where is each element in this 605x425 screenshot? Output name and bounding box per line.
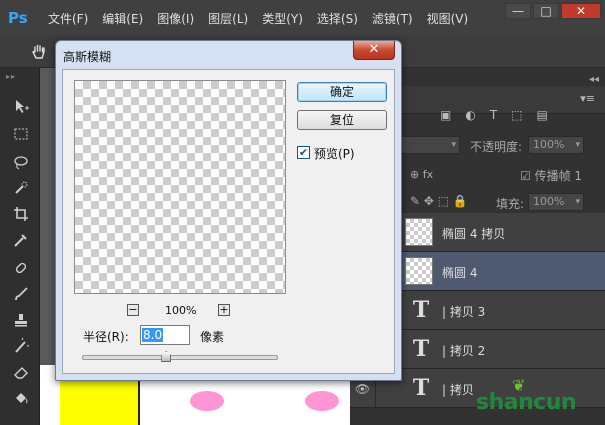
minimize-button[interactable]: — xyxy=(505,3,531,19)
radius-value: 8.0 xyxy=(142,328,164,342)
menu-items: 文件(F) 编辑(E) 图像(I) 图层(L) 类型(Y) 选择(S) 滤镜(T… xyxy=(48,10,482,27)
ok-button[interactable]: 确定 xyxy=(297,82,387,102)
menu-select[interactable]: 选择(S) xyxy=(317,10,358,27)
unit-label: 像素 xyxy=(200,330,225,344)
watermark-text: shancun xyxy=(476,390,577,415)
menu-image[interactable]: 图像(I) xyxy=(157,10,194,27)
layer-name[interactable]: 椭圆 4 xyxy=(442,264,477,281)
radius-label: 半径(R): xyxy=(83,330,129,344)
right-blush-shape xyxy=(305,391,339,411)
stamp-icon[interactable] xyxy=(12,312,30,330)
hand-tool-icon[interactable] xyxy=(30,43,48,61)
layer-name[interactable]: | 拷贝 xyxy=(442,381,474,398)
layer-thumbnail xyxy=(405,257,433,285)
quick-select-icon[interactable] xyxy=(12,180,30,198)
layer-name[interactable]: | 拷贝 2 xyxy=(442,342,485,359)
pixel-filter-icon[interactable]: ▣ xyxy=(440,108,451,122)
zoom-controls: − 100% + xyxy=(127,304,237,318)
window-controls: — □ ✕ xyxy=(505,3,601,19)
gaussian-blur-dialog: 高斯模糊 ✕ − 100% + 确定 复位 ✔ 预览(P) 半径(R): 8.0… xyxy=(55,40,402,381)
dialog-title: 高斯模糊 xyxy=(63,50,112,64)
lasso-icon[interactable] xyxy=(12,154,30,172)
healing-icon[interactable] xyxy=(12,260,30,278)
layer-name[interactable]: | 拷贝 3 xyxy=(442,303,485,320)
marquee-icon[interactable] xyxy=(12,126,30,144)
radius-slider-track[interactable] xyxy=(82,355,278,360)
close-window-button[interactable]: ✕ xyxy=(561,3,601,19)
menu-layer[interactable]: 图层(L) xyxy=(208,10,248,27)
opacity-dropdown-icon: ▾ xyxy=(575,140,580,150)
menu-type[interactable]: 类型(Y) xyxy=(262,10,303,27)
fill-field[interactable]: 100% ▾ xyxy=(528,193,584,211)
propagate-text: 传播帧 1 xyxy=(534,169,583,183)
opacity-field[interactable]: 100% ▾ xyxy=(528,136,584,154)
fill-dropdown-icon: ▾ xyxy=(575,197,580,207)
zoom-level: 100% xyxy=(165,304,197,317)
lock-icons[interactable]: ✎ ✥ ⬚ 🔒 xyxy=(410,194,468,208)
site-watermark: ❦ shancun xyxy=(476,376,577,415)
menu-bar: Ps 文件(F) 编辑(E) 图像(I) 图层(L) 类型(Y) 选择(S) 滤… xyxy=(0,0,605,36)
move-icon[interactable] xyxy=(12,98,30,116)
text-layer-icon: T xyxy=(412,297,430,323)
menu-edit[interactable]: 编辑(E) xyxy=(102,10,143,27)
dialog-body: − 100% + 确定 复位 ✔ 预览(P) 半径(R): 8.0 像素 xyxy=(62,69,395,374)
toolbar-grip-icon[interactable]: ▸▸ xyxy=(6,72,16,81)
paint-bucket-icon[interactable] xyxy=(12,390,30,408)
blend-dropdown-icon: ▾ xyxy=(451,140,456,150)
crop-icon[interactable] xyxy=(12,206,30,224)
text-layer-icon: T xyxy=(412,375,430,401)
preview-checkbox[interactable]: ✔ xyxy=(297,146,310,159)
text-layer-icon: T xyxy=(412,336,430,362)
filter-preview[interactable] xyxy=(74,80,286,294)
layer-name[interactable]: 椭圆 4 拷贝 xyxy=(442,225,505,242)
type-filter-icon[interactable]: T xyxy=(490,108,497,122)
fill-label: 填充: xyxy=(496,197,525,211)
layer-filter-icons: ▣ ◐ T ⬚ ▤ xyxy=(440,108,548,122)
zoom-out-button[interactable]: − xyxy=(127,304,139,316)
dialog-titlebar[interactable]: 高斯模糊 ✕ xyxy=(56,41,401,69)
eraser-icon[interactable] xyxy=(12,364,30,382)
preview-label[interactable]: 预览(P) xyxy=(314,145,355,162)
menu-file[interactable]: 文件(F) xyxy=(48,10,88,27)
maximize-button[interactable]: □ xyxy=(533,3,559,19)
leaf-icon: ❦ xyxy=(512,376,525,395)
shape-filter-icon[interactable]: ⬚ xyxy=(511,108,522,122)
history-brush-icon[interactable] xyxy=(12,335,33,356)
radius-slider-thumb[interactable] xyxy=(161,351,172,362)
menu-filter[interactable]: 滤镜(T) xyxy=(372,10,413,27)
propagate-frame-label[interactable]: ☑ 传播帧 1 xyxy=(520,167,582,184)
fill-value: 100% xyxy=(533,195,565,208)
eyedropper-icon[interactable] xyxy=(12,232,30,250)
brush-icon[interactable] xyxy=(12,286,30,304)
opacity-label: 不透明度: xyxy=(470,140,523,154)
layer-thumbnail xyxy=(405,218,433,246)
tools-panel: ▸▸ xyxy=(0,68,40,425)
ps-logo: Ps xyxy=(8,9,28,27)
menu-view[interactable]: 视图(V) xyxy=(427,10,469,27)
radius-input[interactable]: 8.0 xyxy=(140,325,190,345)
panel-menu-icon[interactable]: ▾≡ xyxy=(580,92,595,105)
opacity-value: 100% xyxy=(533,138,565,151)
zoom-in-button[interactable]: + xyxy=(218,304,230,316)
adjust-filter-icon[interactable]: ◐ xyxy=(465,108,475,122)
left-blush-shape xyxy=(190,391,224,411)
unify-icons[interactable]: ⊕ fx xyxy=(410,168,433,181)
smart-filter-icon[interactable]: ▤ xyxy=(537,108,548,122)
dialog-close-button[interactable]: ✕ xyxy=(353,41,395,60)
panel-collapse-icon[interactable]: ◂◂ xyxy=(589,74,599,85)
reset-button[interactable]: 复位 xyxy=(297,110,387,130)
